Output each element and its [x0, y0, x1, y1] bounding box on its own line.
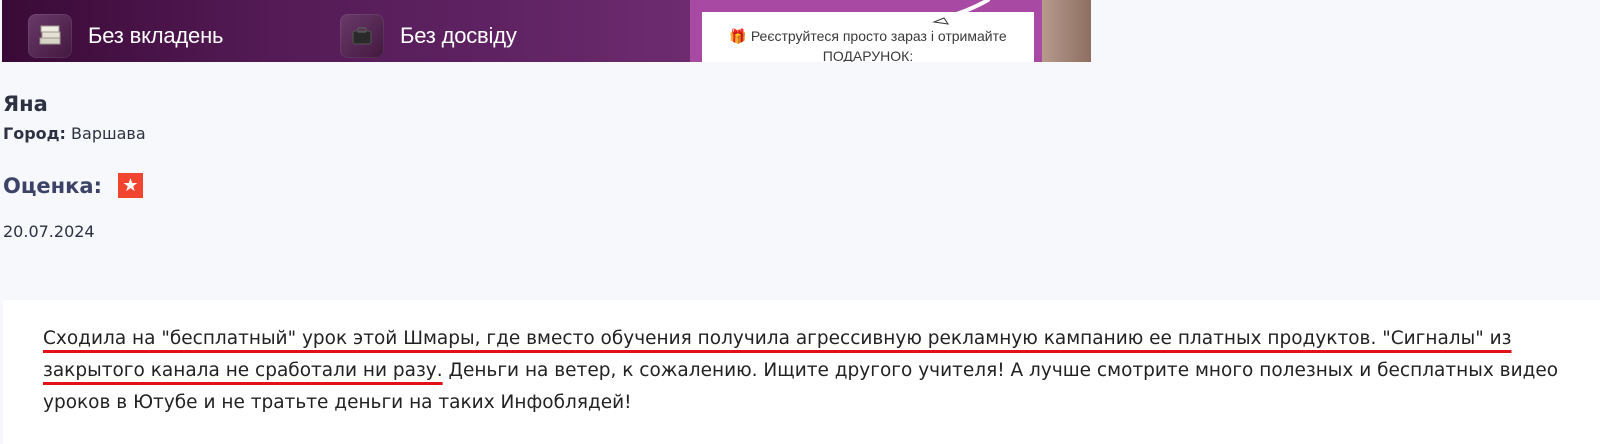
city-label: Город: [3, 124, 66, 143]
review-date: 20.07.2024 [3, 222, 95, 241]
promo-text-gift: ПОДАРУНОК: [822, 48, 914, 62]
review-rating: Оценка: ★ [3, 173, 143, 198]
review-card: Сходила на "бесплатный" урок этой Шмары,… [3, 300, 1600, 444]
star-icon: ★ [118, 173, 143, 198]
feature-no-experience: Без досвіду [340, 13, 517, 58]
review-city: Город: Варшава [3, 124, 146, 143]
feature-no-investment: Без вкладень [28, 13, 224, 58]
briefcase-icon [340, 13, 384, 58]
feature-label: Без вкладень [88, 22, 224, 48]
city-value: Варшава [71, 124, 146, 143]
gift-icon: 🎁 [729, 28, 747, 44]
promo-banner[interactable]: Без вкладень Без досвіду 🎁 Реєструйтеся п… [2, 0, 1091, 62]
feature-label: Без досвіду [400, 22, 517, 48]
money-stack-icon [28, 13, 72, 58]
review-page: Без вкладень Без досвіду 🎁 Реєструйтеся п… [0, 0, 1600, 444]
review-text: Сходила на "бесплатный" урок этой Шмары,… [43, 323, 1583, 419]
arrow-icon [932, 0, 990, 26]
promo-text: Реєструйтеся просто зараз і отримайте [750, 28, 1007, 44]
rating-label: Оценка: [3, 173, 102, 198]
review-author: Яна [3, 92, 48, 116]
banner-photo-edge [1042, 0, 1091, 62]
